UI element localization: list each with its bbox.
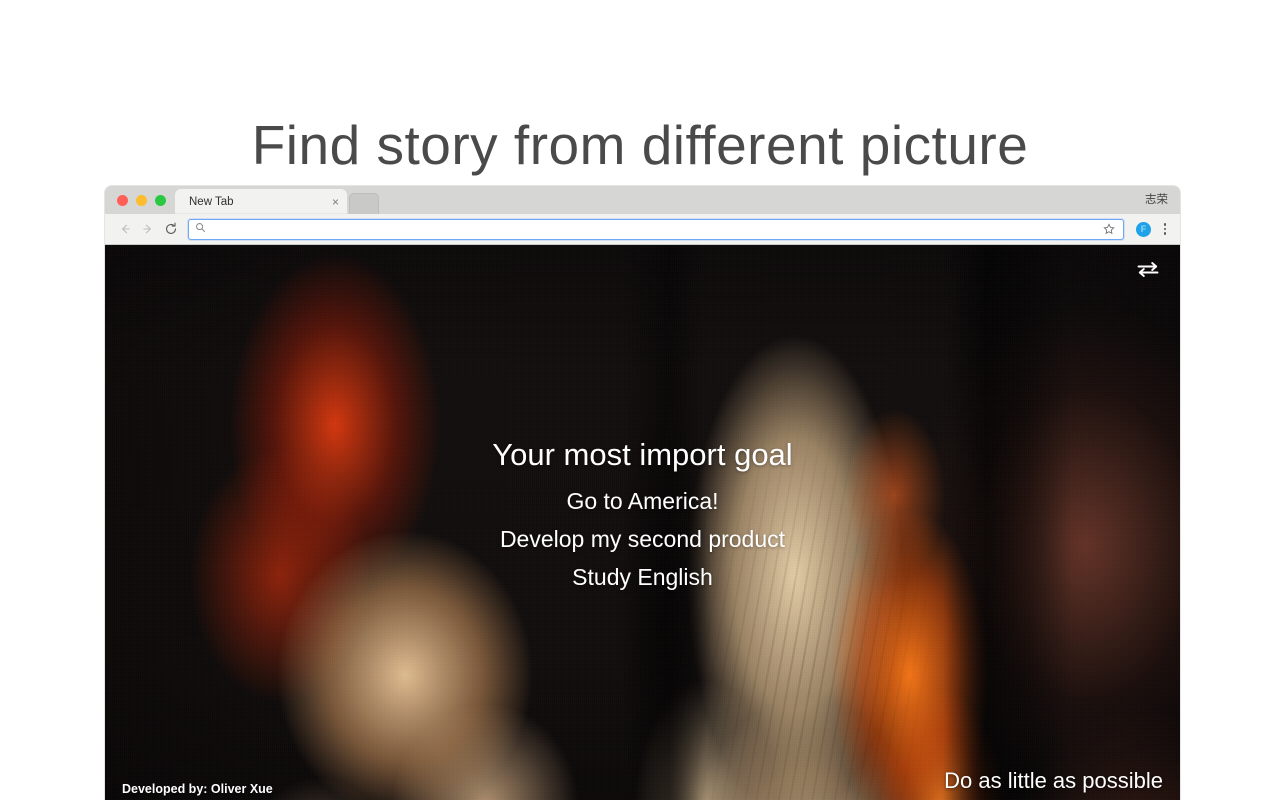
screenshot-root: Find story from different picture New Ta…: [0, 0, 1280, 800]
address-input[interactable]: [206, 223, 1101, 235]
close-window-button[interactable]: [117, 194, 128, 206]
search-icon: [195, 220, 206, 238]
tab-strip: New Tab × 志荣: [105, 186, 1180, 214]
forward-button[interactable]: [138, 219, 158, 239]
developer-credit: Developed by: Oliver Xue: [122, 782, 273, 796]
back-button[interactable]: [115, 219, 135, 239]
kebab-menu-icon[interactable]: [1158, 220, 1172, 238]
avatar[interactable]: F: [1136, 221, 1151, 237]
goal-title: Your most import goal: [492, 437, 793, 472]
minimize-window-button[interactable]: [136, 194, 147, 206]
tab-close-icon[interactable]: ×: [332, 196, 339, 208]
window-controls: [113, 186, 175, 214]
goal-list: Your most import goal Go to America! Dev…: [105, 435, 1180, 596]
goal-item-1: Go to America!: [566, 487, 719, 514]
goal-item-3: Study English: [572, 564, 713, 591]
swap-arrows-icon[interactable]: [1134, 257, 1162, 283]
profile-name-label[interactable]: 志荣: [1145, 191, 1168, 207]
page-title: Find story from different picture: [251, 113, 1029, 176]
newtab-page: Your most import goal Go to America! Dev…: [105, 245, 1180, 800]
tab-title: New Tab: [189, 195, 234, 208]
star-icon[interactable]: [1101, 221, 1117, 237]
address-bar[interactable]: [188, 218, 1124, 240]
reload-button[interactable]: [161, 219, 181, 239]
tab-stub[interactable]: [349, 193, 379, 214]
tab-new-tab[interactable]: New Tab ×: [175, 189, 347, 214]
browser-window: New Tab × 志荣 F Your most import goal Go …: [105, 186, 1180, 800]
quote-text: Do as little as possible: [944, 768, 1163, 793]
maximize-window-button[interactable]: [155, 194, 166, 206]
goal-item-2: Develop my second product: [499, 525, 786, 552]
browser-toolbar: F: [105, 214, 1180, 245]
